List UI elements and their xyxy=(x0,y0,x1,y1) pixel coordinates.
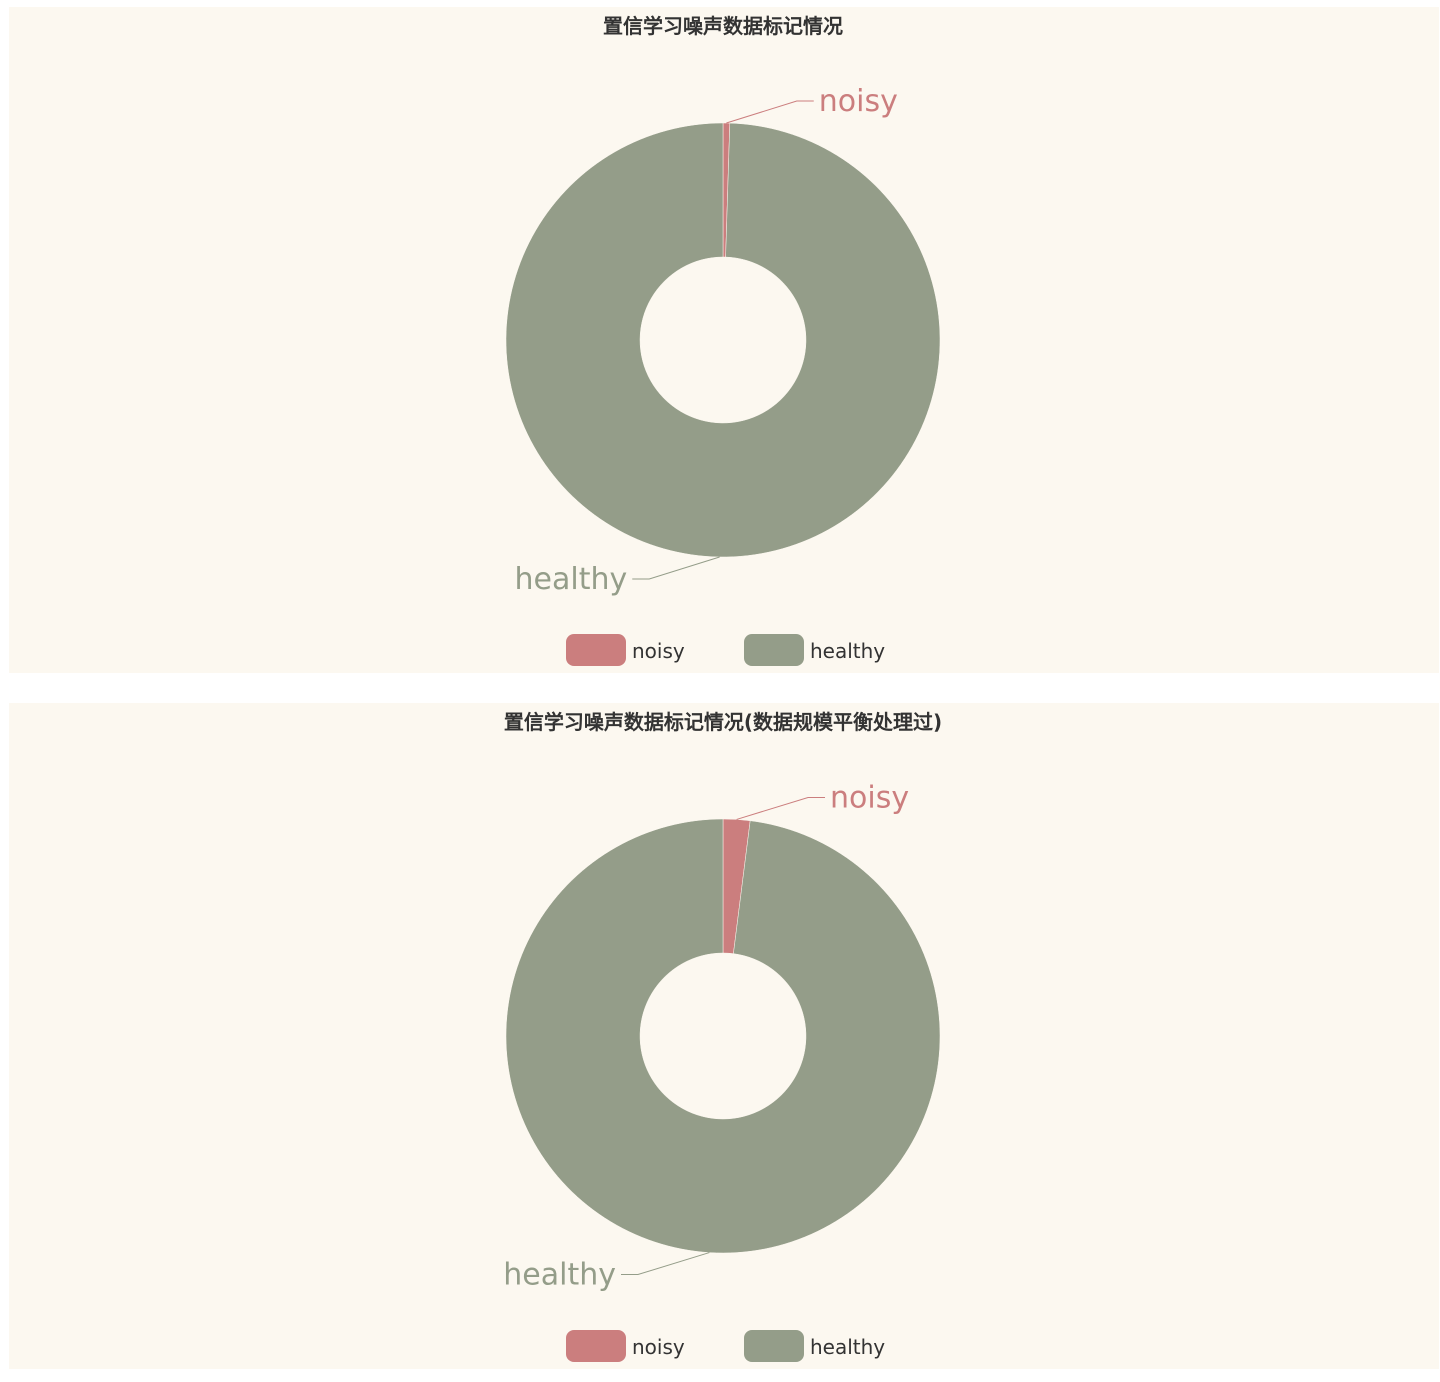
slice-healthy[interactable] xyxy=(505,122,941,558)
label-line-healthy xyxy=(620,1252,710,1276)
chart-title: 置信学习噪声数据标记情况 xyxy=(603,14,843,38)
legend-label-healthy[interactable]: healthy xyxy=(810,639,885,663)
legend-label-noisy[interactable]: noisy xyxy=(632,639,685,663)
slices xyxy=(505,122,941,558)
legend-swatch-healthy[interactable] xyxy=(744,634,804,666)
legend-swatch-noisy[interactable] xyxy=(566,1330,626,1362)
label-line-noisy xyxy=(736,796,826,820)
chart-title: 置信学习噪声数据标记情况(数据规模平衡处理过) xyxy=(504,710,942,734)
legend-label-healthy[interactable]: healthy xyxy=(810,1335,885,1359)
slice-label-healthy: healthy xyxy=(515,562,628,597)
label-line-noisy xyxy=(726,100,814,124)
slices xyxy=(505,818,941,1254)
slice-healthy[interactable] xyxy=(505,818,941,1254)
chart-panel-1: 置信学习噪声数据标记情况 noisy healthy noisy healthy xyxy=(9,7,1439,673)
slice-label-healthy: healthy xyxy=(503,1258,616,1293)
chart-panel-2: 置信学习噪声数据标记情况(数据规模平衡处理过) noisy healthy noi… xyxy=(9,703,1439,1369)
slice-label-noisy: noisy xyxy=(830,780,909,815)
legend-swatch-healthy[interactable] xyxy=(744,1330,804,1362)
donut-chart-2: 置信学习噪声数据标记情况(数据规模平衡处理过) noisy healthy noi… xyxy=(503,710,942,1362)
label-line-healthy xyxy=(632,556,720,580)
legend[interactable]: noisy healthy xyxy=(566,634,885,666)
legend[interactable]: noisy healthy xyxy=(566,1330,885,1362)
donut-chart-1: 置信学习噪声数据标记情况 noisy healthy noisy healthy xyxy=(505,14,941,666)
legend-label-noisy[interactable]: noisy xyxy=(632,1335,685,1359)
slice-label-noisy: noisy xyxy=(819,84,898,119)
legend-swatch-noisy[interactable] xyxy=(566,634,626,666)
